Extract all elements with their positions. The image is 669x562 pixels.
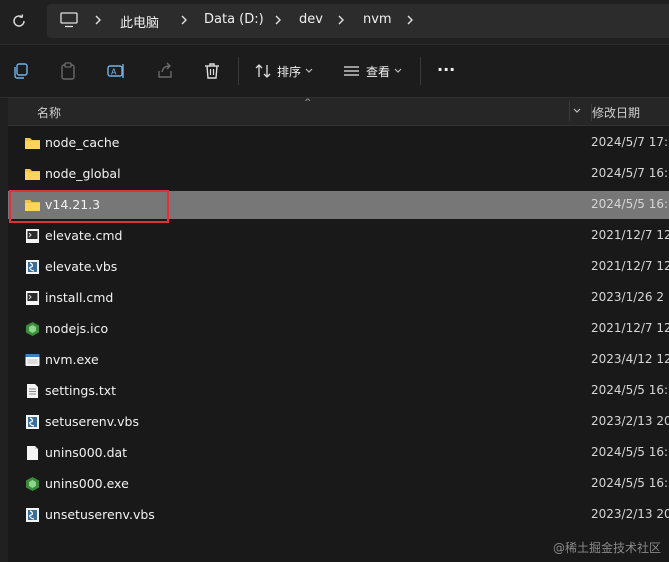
breadcrumb-dev[interactable]: dev	[299, 12, 323, 27]
file-row[interactable]: nodejs.ico 2021/12/7 12	[8, 315, 669, 343]
file-modified-date: 2021/12/7 12	[591, 228, 669, 242]
toolbar-divider	[420, 57, 421, 85]
sort-arrows-icon	[255, 64, 271, 78]
file-modified-date: 2024/5/5 16:	[591, 383, 669, 397]
sort-ascending-icon: ^	[304, 98, 312, 108]
file-row[interactable]: node_cache 2024/5/7 17:	[8, 129, 669, 157]
file-modified-date: 2024/5/7 16:	[591, 166, 669, 180]
address-bar-region: 此电脑 Data (D:) dev nvm	[0, 0, 669, 45]
view-button[interactable]: 查看	[343, 60, 402, 82]
file-modified-date: 2023/2/13 20	[591, 507, 669, 521]
file-name: settings.txt	[45, 383, 117, 398]
file-modified-date: 2024/5/7 17:	[591, 135, 669, 149]
file-modified-date: 2023/2/13 20	[591, 414, 669, 428]
delete-icon[interactable]	[202, 61, 222, 81]
text-file-icon	[24, 383, 41, 399]
chevron-down-icon	[573, 108, 581, 113]
folder-icon	[24, 166, 41, 182]
file-row[interactable]: install.cmd 2023/1/26 2	[8, 284, 669, 312]
file-row[interactable]: elevate.cmd 2021/12/7 12	[8, 222, 669, 250]
chevron-right-icon[interactable]	[93, 13, 103, 27]
file-modified-date: 2024/5/5 16:	[591, 445, 669, 459]
more-options-button[interactable]: ···	[437, 58, 455, 80]
chevron-right-icon[interactable]	[273, 13, 283, 27]
sort-button[interactable]: 排序	[254, 60, 313, 82]
chevron-right-icon[interactable]	[336, 13, 346, 27]
file-name: elevate.vbs	[45, 259, 118, 274]
file-row[interactable]: unsetuserenv.vbs 2023/2/13 20	[8, 501, 669, 529]
file-list: 名称 ^ 修改日期 node_cache 2024/5/7 17: node_glo…	[0, 98, 669, 562]
file-row[interactable]: setuserenv.vbs 2023/2/13 20	[8, 408, 669, 436]
command-bar: A 排序 查看 ···	[0, 45, 669, 98]
paste-icon[interactable]	[58, 61, 78, 81]
chevron-right-icon[interactable]	[405, 13, 415, 27]
file-name: node_global	[45, 166, 121, 181]
refresh-icon[interactable]	[9, 11, 29, 31]
column-filter-button[interactable]	[569, 101, 584, 121]
file-name: unins000.dat	[45, 445, 128, 460]
file-modified-date: 2023/4/12 12	[591, 352, 669, 366]
exe-file-icon	[24, 352, 41, 368]
toolbar-divider	[238, 57, 239, 85]
file-name: v14.21.3	[45, 197, 101, 212]
folder-icon	[24, 197, 41, 213]
chevron-down-icon	[394, 68, 402, 73]
svg-text:A: A	[111, 68, 117, 77]
column-header-row: 名称 ^ 修改日期	[8, 98, 669, 126]
breadcrumb-nvm[interactable]: nvm	[363, 12, 392, 27]
vbs-file-icon	[24, 414, 41, 430]
file-name: unsetuserenv.vbs	[45, 507, 155, 522]
chevron-down-icon	[305, 68, 313, 73]
copy-icon[interactable]	[11, 61, 31, 81]
vbs-file-icon	[24, 507, 41, 523]
chevron-right-icon[interactable]	[179, 13, 189, 27]
share-icon[interactable]	[155, 61, 175, 81]
file-name: setuserenv.vbs	[45, 414, 139, 429]
computer-icon	[60, 12, 78, 28]
file-row[interactable]: v14.21.3 2024/5/5 16:	[8, 191, 669, 219]
column-header-name[interactable]: 名称	[37, 104, 61, 121]
watermark: @稀土掘金技术社区	[552, 541, 661, 555]
breadcrumb-data-drive[interactable]: Data (D:)	[204, 12, 264, 27]
file-modified-date: 2021/12/7 12	[591, 259, 669, 273]
navigation-pane-edge	[0, 98, 8, 562]
file-name: install.cmd	[45, 290, 114, 305]
cmd-file-icon	[24, 228, 41, 244]
file-row[interactable]: unins000.dat 2024/5/5 16:	[8, 439, 669, 467]
file-name: elevate.cmd	[45, 228, 123, 243]
column-header-date[interactable]: 修改日期	[591, 104, 640, 121]
node-hex-icon	[24, 476, 41, 492]
folder-icon	[24, 135, 41, 151]
file-name: nvm.exe	[45, 352, 99, 367]
file-row[interactable]: elevate.vbs 2021/12/7 12	[8, 253, 669, 281]
vbs-file-icon	[24, 259, 41, 275]
sort-label: 排序	[277, 64, 302, 79]
view-label: 查看	[366, 64, 391, 79]
address-bar[interactable]: 此电脑 Data (D:) dev nvm	[47, 4, 669, 38]
blank-file-icon	[24, 445, 41, 461]
file-modified-date: 2024/5/5 16:	[591, 197, 669, 211]
rename-icon[interactable]: A	[106, 61, 126, 81]
view-list-icon	[344, 66, 359, 76]
file-row[interactable]: nvm.exe 2023/4/12 12	[8, 346, 669, 374]
breadcrumb-this-pc[interactable]: 此电脑	[120, 12, 159, 31]
file-modified-date: 2021/12/7 12	[591, 321, 669, 335]
file-name: unins000.exe	[45, 476, 129, 491]
file-row[interactable]: settings.txt 2024/5/5 16:	[8, 377, 669, 405]
node-hex-icon	[24, 321, 41, 337]
file-name: node_cache	[45, 135, 120, 150]
file-row[interactable]: unins000.exe 2024/5/5 16:	[8, 470, 669, 498]
file-name: nodejs.ico	[45, 321, 109, 336]
file-row[interactable]: node_global 2024/5/7 16:	[8, 160, 669, 188]
cmd-file-icon	[24, 290, 41, 306]
file-modified-date: 2023/1/26 2	[591, 290, 664, 304]
file-modified-date: 2024/5/5 16:	[591, 476, 669, 490]
